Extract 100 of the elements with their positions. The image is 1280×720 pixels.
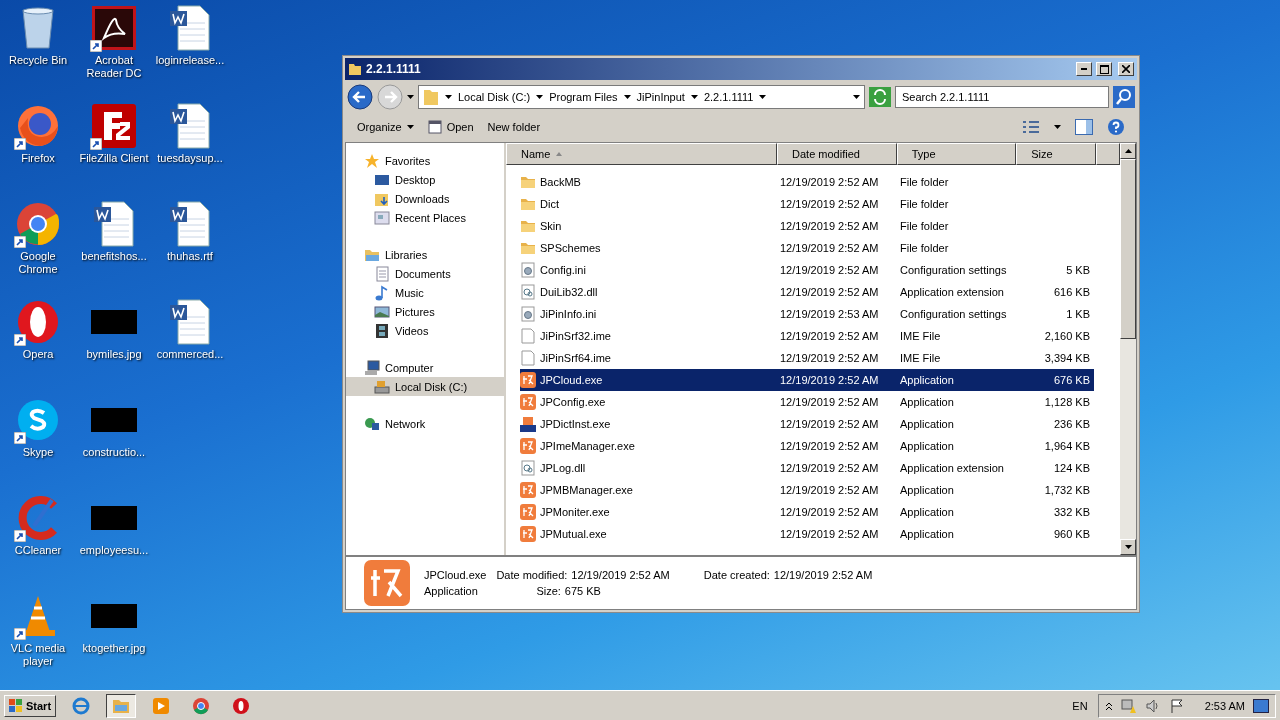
file-row[interactable]: JiPinSrf64.ime 12/19/2019 2:52 AM IME File 3,394 KB: [520, 347, 1094, 369]
chrome-icon: [192, 696, 211, 715]
nav-item[interactable]: Local Disk (C:): [346, 377, 504, 396]
nav-item[interactable]: Favorites: [346, 151, 504, 170]
date-modified-cell-text: 12/19/2019 2:52 AM: [780, 528, 880, 540]
breadcrumb-item[interactable]: Local Disk (C:): [458, 91, 531, 103]
nav-item[interactable]: Documents: [346, 264, 504, 283]
date-modified-cell-text: 12/19/2019 2:52 AM: [780, 506, 880, 518]
type-cell-text: File folder: [900, 198, 950, 210]
nav-item[interactable]: Music: [346, 283, 504, 302]
nav-item[interactable]: Desktop: [346, 170, 504, 189]
toolbar-button[interactable]: New folder: [487, 121, 541, 133]
nav-item[interactable]: Recent Places: [346, 208, 504, 227]
nav-item[interactable]: Computer: [346, 358, 504, 377]
desktop-icon-label[interactable]: thuhas.rtf: [167, 250, 213, 263]
file-row[interactable]: Skin 12/19/2019 2:52 AM File folder: [520, 215, 1094, 237]
file-row[interactable]: JiPinSrf32.ime 12/19/2019 2:52 AM IME File 2,160 KB: [520, 325, 1094, 347]
nav-item[interactable]: Libraries: [346, 245, 504, 264]
desktop-icon-label[interactable]: Acrobat Reader DC: [76, 54, 152, 80]
minimize-button[interactable]: [1076, 62, 1092, 76]
caret-icon: [690, 95, 698, 99]
file-name: JPMutual.exe: [520, 526, 780, 542]
desktop-icon-label[interactable]: bymiles.jpg: [86, 348, 142, 361]
search-icon[interactable]: [1113, 86, 1135, 108]
desktop-icon-label[interactable]: Skype: [22, 446, 54, 459]
file-icon: [520, 350, 536, 366]
computer-icon: [364, 359, 380, 376]
file-row[interactable]: DuiLib32.dll 12/19/2019 2:52 AM Application extension 616 KB: [520, 281, 1094, 303]
file-row[interactable]: Dict 12/19/2019 2:52 AM File folder: [520, 193, 1094, 215]
breadcrumb-item[interactable]: Program Files: [549, 91, 618, 103]
file-row[interactable]: JiPinInfo.ini 12/19/2019 2:53 AM Configuration settings 1 KB: [520, 303, 1094, 325]
back-button-icon[interactable]: [347, 84, 373, 110]
flag-icon[interactable]: [1168, 697, 1185, 714]
file-row[interactable]: JPMutual.exe 12/19/2019 2:52 AM Application 960 KB: [520, 523, 1094, 545]
desktop-icon-label[interactable]: FileZilla Client: [79, 152, 149, 165]
file-row[interactable]: JPConfig.exe 12/19/2019 2:52 AM Application 1,128 KB: [520, 391, 1094, 413]
desktop-icon-label[interactable]: Opera: [22, 348, 54, 361]
desktop-icon-label[interactable]: VLC media player: [0, 642, 76, 668]
file-name: SPSchemes: [520, 240, 780, 256]
speaker-icon[interactable]: [1144, 697, 1161, 714]
desktop-icon-label[interactable]: tuesdaysup...: [157, 152, 223, 165]
nav-item[interactable]: Videos: [346, 321, 504, 340]
desktop-icon-label[interactable]: Google Chrome: [0, 250, 76, 276]
help-icon[interactable]: [1107, 118, 1125, 136]
field-label: Date modified:: [496, 569, 568, 581]
desktop-icon-label[interactable]: Recycle Bin: [8, 54, 68, 67]
desktop-icon-label[interactable]: CCleaner: [14, 544, 62, 557]
toolbar-button[interactable]: Organize: [357, 121, 414, 133]
desktop-icon-label[interactable]: loginrelease...: [155, 54, 225, 67]
desktop-icon-label[interactable]: constructio...: [82, 446, 146, 459]
file-row[interactable]: JPMBManager.exe 12/19/2019 2:52 AM Application 1,732 KB: [520, 479, 1094, 501]
column-header[interactable]: Type: [896, 143, 1017, 165]
skype-icon: [16, 398, 60, 442]
field-label: Size:: [536, 585, 561, 597]
chevron-up-icon[interactable]: [1104, 700, 1113, 711]
type-cell-text: Application: [900, 374, 955, 386]
start-button[interactable]: Start: [4, 694, 57, 717]
size-cell-text: 960 KB: [1052, 528, 1091, 540]
show-desktop-icon[interactable]: [1253, 698, 1269, 713]
desktop-icon-label[interactable]: commerced...: [156, 348, 224, 361]
maximize-button[interactable]: [1096, 62, 1112, 76]
column-header[interactable]: Name: [506, 143, 778, 165]
desktop-icon-label[interactable]: ktogether.jpg: [82, 642, 146, 655]
nav-item[interactable]: Pictures: [346, 302, 504, 321]
clock[interactable]: 2:53 AM: [1204, 699, 1245, 712]
close-button[interactable]: [1118, 62, 1134, 76]
file-row[interactable]: JPCloud.exe 12/19/2019 2:52 AM Application 676 KB: [520, 369, 1094, 391]
view-list-icon[interactable]: [1022, 120, 1040, 134]
field-label: Date created:: [703, 569, 770, 581]
date-modified-cell-text: 12/19/2019 2:52 AM: [780, 440, 880, 452]
file-row[interactable]: JPDictInst.exe 12/19/2019 2:52 AM Application 236 KB: [520, 413, 1094, 435]
desktop-icon-label[interactable]: Firefox: [21, 152, 55, 165]
column-header[interactable]: Size: [1016, 143, 1097, 165]
desktop-icon-label[interactable]: employeesu...: [79, 544, 149, 557]
scroll-up-arrow-icon[interactable]: [1124, 149, 1132, 153]
media-player-icon: [152, 696, 171, 715]
date-modified-cell-text: 12/19/2019 2:52 AM: [780, 264, 880, 276]
preview-pane-icon[interactable]: [1075, 119, 1093, 135]
language-indicator[interactable]: EN: [1072, 699, 1088, 712]
refresh-icon[interactable]: [869, 87, 891, 107]
type-cell-text: Configuration settings: [900, 264, 1008, 276]
nav-item[interactable]: Downloads: [346, 189, 504, 208]
scroll-down-arrow-icon[interactable]: [1124, 545, 1132, 549]
column-header[interactable]: Date modified: [777, 143, 897, 165]
caret-icon: [406, 125, 414, 129]
file-row[interactable]: BackMB 12/19/2019 2:52 AM File folder: [520, 171, 1094, 193]
taskbar-app-button[interactable]: [106, 693, 137, 718]
file-row[interactable]: Config.ini 12/19/2019 2:52 AM Configuration settings 5 KB: [520, 259, 1094, 281]
desktop-icon-label[interactable]: benefitshos...: [81, 250, 147, 263]
address-bar[interactable]: Local Disk (C:) Program Files JiPinInput 2.2.1.1111: [418, 85, 865, 109]
nav-item[interactable]: Network: [346, 414, 504, 433]
toolbar-button[interactable]: Open: [427, 120, 474, 134]
scrollbar[interactable]: [1120, 143, 1136, 555]
file-row[interactable]: JPImeManager.exe 12/19/2019 2:52 AM Application 1,964 KB: [520, 435, 1094, 457]
file-row[interactable]: JPLog.dll 12/19/2019 2:52 AM Application extension 124 KB: [520, 457, 1094, 479]
file-row[interactable]: JPMoniter.exe 12/19/2019 2:52 AM Application 332 KB: [520, 501, 1094, 523]
file-row[interactable]: SPSchemes 12/19/2019 2:52 AM File folder: [520, 237, 1094, 259]
breadcrumb-item[interactable]: 2.2.1.1111: [703, 91, 754, 103]
search-field[interactable]: Search 2.2.1.1111: [895, 86, 1109, 108]
breadcrumb-item[interactable]: JiPinInput: [636, 91, 685, 103]
